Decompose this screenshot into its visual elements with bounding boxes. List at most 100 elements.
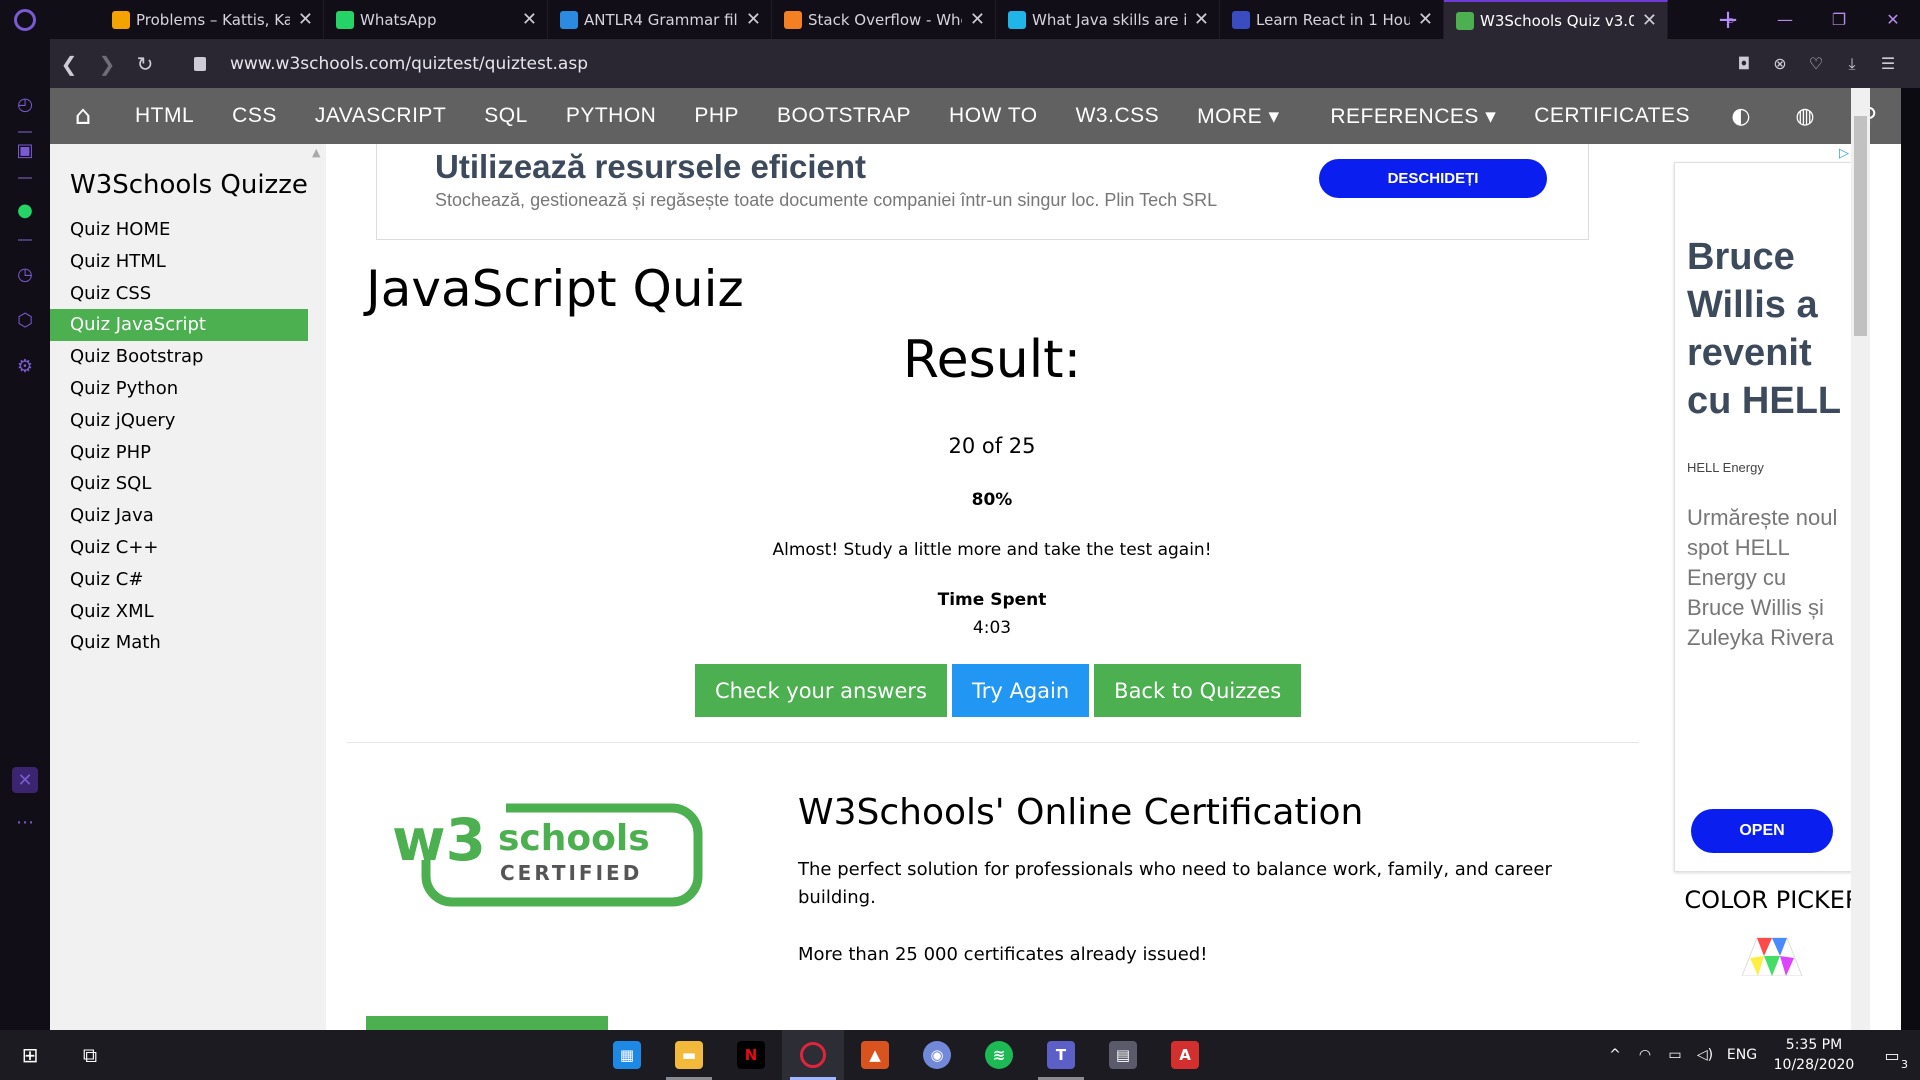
sidebar-item[interactable]: Quiz C++	[50, 532, 308, 564]
color-picker-heading: COLOR PICKER	[1684, 886, 1862, 914]
try-again-button[interactable]: Try Again	[951, 664, 1090, 717]
nav-item[interactable]: CSS	[213, 88, 296, 144]
sidebar-item[interactable]: Quiz PHP	[50, 437, 308, 469]
speed-dial-icon[interactable]: ◴	[12, 91, 38, 117]
top-ad-banner[interactable]: Utilizează resursele eficient Stochează,…	[376, 144, 1589, 240]
tab-close-icon[interactable]: ✕	[1194, 9, 1209, 30]
file-explorer-icon[interactable]: ▬	[658, 1030, 720, 1080]
sidebar-item[interactable]: Quiz JavaScript	[50, 309, 308, 342]
browser-tab[interactable]: Learn React in 1 Hour by ✕	[1220, 0, 1444, 39]
sidebar-item[interactable]: Quiz CSS	[50, 278, 308, 310]
nav-item[interactable]: MORE ▾	[1178, 88, 1298, 144]
tab-close-icon[interactable]: ✕	[970, 9, 985, 30]
volume-icon[interactable]: ◁)	[1690, 1047, 1720, 1063]
browser-tab[interactable]: ANTLR4 Grammar file | Visual ✕	[548, 0, 772, 39]
home-icon[interactable]: ⌂	[50, 88, 116, 144]
scrollbar-thumb[interactable]	[1854, 116, 1867, 336]
nav-item[interactable]: HOW TO	[930, 88, 1057, 144]
extension-icon[interactable]: ✕	[12, 767, 38, 793]
easy-setup-icon[interactable]: ☰	[1870, 54, 1906, 73]
cube-icon[interactable]: ⬡	[12, 307, 38, 333]
nav-item[interactable]: REFERENCES ▾	[1311, 88, 1515, 144]
close-window-button[interactable]: ✕	[1866, 0, 1920, 39]
matlab-icon[interactable]: ▲	[844, 1030, 906, 1080]
sidebar-item[interactable]: Quiz Java	[50, 500, 308, 532]
calendar-app-icon[interactable]: ▦	[596, 1030, 658, 1080]
page-scrollbar[interactable]	[1851, 88, 1870, 1030]
opera-menu-icon[interactable]	[0, 0, 50, 39]
wifi-icon[interactable]: ◠	[1630, 1047, 1660, 1063]
battery-icon[interactable]: ▭	[1660, 1047, 1690, 1063]
url-text[interactable]: www.w3schools.com/quiztest/quiztest.asp	[230, 54, 588, 74]
tab-favicon-icon	[1008, 10, 1026, 29]
nav-item[interactable]: PYTHON	[547, 88, 676, 144]
clock[interactable]: 5:35 PM 10/28/2020	[1764, 1035, 1864, 1075]
netflix-icon[interactable]: N	[720, 1030, 782, 1080]
search-tabs-icon[interactable]: ⌕	[1704, 0, 1758, 39]
notification-center-icon[interactable]: ▭ 3	[1864, 1046, 1920, 1071]
sidebar-item[interactable]: Quiz XML	[50, 596, 308, 628]
history-icon[interactable]: ◷	[12, 261, 38, 287]
ad-open-button[interactable]: DESCHIDEȚI	[1319, 159, 1547, 198]
camera-icon[interactable]: ◘	[1726, 54, 1762, 73]
tab-close-icon[interactable]: ✕	[298, 9, 313, 30]
reload-button[interactable]: ↻	[126, 52, 164, 76]
sidebar-item[interactable]: Quiz C#	[50, 564, 308, 596]
task-view-icon[interactable]: ⧉	[60, 1030, 120, 1080]
teams-icon[interactable]: T	[1030, 1030, 1092, 1080]
browser-tab[interactable]: W3Schools Quiz v3.0 ✕	[1444, 0, 1668, 39]
nav-item[interactable]: PHP	[675, 88, 758, 144]
nav-item[interactable]: JAVASCRIPT	[296, 88, 465, 144]
sidebar-item[interactable]: Quiz Python	[50, 373, 308, 405]
browser-tab[interactable]: What Java skills are in demand ✕	[996, 0, 1220, 39]
whatsapp-icon[interactable]: ●	[12, 197, 38, 223]
more-icon[interactable]: ⋯	[12, 809, 38, 835]
nav-item[interactable]: SQL	[465, 88, 547, 144]
sidebar-item[interactable]: Quiz HOME	[50, 214, 308, 246]
discord-icon[interactable]: ◉	[906, 1030, 968, 1080]
download-icon[interactable]: ⤓	[1834, 54, 1870, 74]
tab-close-icon[interactable]: ✕	[522, 9, 537, 30]
maximize-button[interactable]: ❐	[1812, 0, 1866, 39]
chevron-up-icon[interactable]: ^	[1600, 1047, 1630, 1063]
color-picker-image[interactable]	[1722, 926, 1822, 976]
tab-close-icon[interactable]: ✕	[1642, 10, 1657, 31]
nav-item[interactable]: HTML	[116, 88, 213, 144]
nav-item[interactable]: BOOTSTRAP	[758, 88, 930, 144]
heart-icon[interactable]: ♡	[1798, 54, 1834, 73]
twitch-icon[interactable]: ▣	[12, 137, 38, 163]
get-certified-button[interactable]	[366, 1016, 608, 1030]
chevron-up-icon[interactable]: ▲	[312, 146, 320, 159]
nav-item[interactable]: W3.CSS	[1057, 88, 1179, 144]
back-button[interactable]: ❮	[50, 52, 88, 76]
check-answers-button[interactable]: Check your answers	[695, 664, 947, 717]
back-to-quizzes-button[interactable]: Back to Quizzes	[1094, 664, 1302, 717]
url-field[interactable]: www.w3schools.com/quiztest/quiztest.asp	[194, 54, 588, 74]
tab-close-icon[interactable]: ✕	[746, 9, 761, 30]
sidebar-item[interactable]: Quiz jQuery	[50, 405, 308, 437]
sidebar-item[interactable]: Quiz HTML	[50, 246, 308, 278]
windows-start-icon[interactable]: ⊞	[0, 1030, 60, 1080]
adblock-icon[interactable]: ⊗	[1762, 54, 1798, 73]
spotify-icon[interactable]: ≋	[968, 1030, 1030, 1080]
acrobat-icon[interactable]: A	[1154, 1030, 1216, 1080]
right-ad-open-button[interactable]: OPEN	[1691, 809, 1833, 853]
browser-tab[interactable]: WhatsApp ✕	[324, 0, 548, 39]
tab-close-icon[interactable]: ✕	[1418, 9, 1433, 30]
globe-icon[interactable]: ◍	[1773, 104, 1837, 129]
sidebar-item[interactable]: Quiz Bootstrap	[50, 341, 308, 373]
browser-tab[interactable]: Stack Overflow - Where Developers ✕	[772, 0, 996, 39]
sidebar-scrollbar[interactable]: ▲	[308, 144, 326, 1030]
nav-item[interactable]: CERTIFICATES	[1515, 88, 1709, 144]
calculator-icon[interactable]: ▤	[1092, 1030, 1154, 1080]
opera-taskbar-icon[interactable]	[782, 1030, 844, 1080]
forward-button[interactable]: ❯	[88, 52, 126, 76]
language-indicator[interactable]: ENG	[1720, 1047, 1764, 1063]
sidebar-item[interactable]: Quiz SQL	[50, 468, 308, 500]
minimize-button[interactable]: —	[1758, 0, 1812, 39]
theme-toggle-icon[interactable]: ◐	[1709, 104, 1773, 129]
settings-icon[interactable]: ⚙	[12, 353, 38, 379]
tab-title: ANTLR4 Grammar file | Visual	[584, 10, 738, 29]
browser-tab[interactable]: Problems – Kattis, Kattis ✕	[100, 0, 324, 39]
sidebar-item[interactable]: Quiz Math	[50, 627, 308, 659]
